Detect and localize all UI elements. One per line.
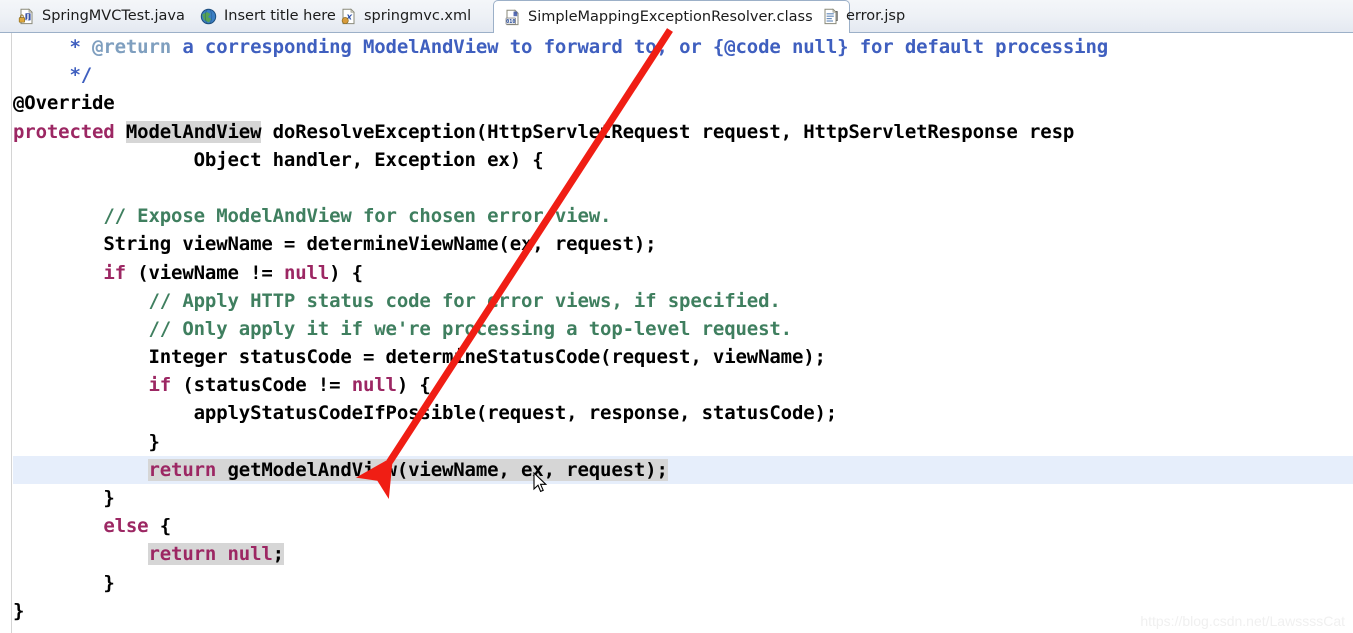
editor-tab-label: Insert title here	[224, 8, 336, 25]
code-text-area[interactable]: * @return a corresponding ModelAndView t…	[13, 33, 1353, 633]
java-file-icon: J	[18, 8, 33, 25]
code-token: *	[69, 36, 93, 58]
code-token: ) {	[329, 261, 363, 284]
code-token: null	[283, 261, 330, 284]
code-line[interactable]: // Expose ModelAndView for chosen error …	[13, 202, 1353, 230]
jsp-file-icon	[822, 8, 839, 25]
code-line[interactable]: Integer statusCode = determineStatusCode…	[13, 343, 1353, 371]
code-token: protected	[13, 120, 126, 143]
code-token: }	[103, 487, 115, 509]
xml-file-icon: X	[340, 8, 357, 25]
code-line[interactable]	[13, 174, 1353, 202]
code-line[interactable]: Object handler, Exception ex) {	[13, 146, 1353, 174]
class-file-icon: 010	[505, 8, 519, 25]
code-token: // Expose ModelAndView for chosen error …	[103, 205, 612, 228]
code-line[interactable]: return null;	[13, 540, 1353, 568]
java-file-icon: J	[18, 8, 35, 25]
code-token: }	[148, 430, 160, 453]
editor-tab-label: error.jsp	[846, 8, 906, 25]
code-line[interactable]: applyStatusCodeIfPossible(request, respo…	[13, 399, 1353, 427]
code-token: Object handler, Exception ex) {	[193, 148, 544, 171]
code-token: return	[148, 543, 228, 566]
editor-tab-2[interactable]: Insert title here	[190, 1, 346, 32]
code-token: doResolveException(HttpServletRequest re…	[261, 120, 1075, 143]
code-token: ) {	[396, 374, 431, 397]
code-token: null	[227, 543, 273, 566]
code-token: getModelAndView(viewName, ex, request);	[216, 458, 668, 481]
code-token: // Apply HTTP status code for error view…	[148, 289, 781, 312]
jsp-file-icon	[824, 8, 837, 25]
editor-tab-label: springmvc.xml	[364, 8, 472, 25]
code-line[interactable]: @Override	[13, 89, 1353, 117]
code-token: ModelAndView	[125, 120, 262, 143]
code-line[interactable]: if (viewName != null) {	[13, 259, 1353, 287]
code-line[interactable]: return getModelAndView(viewName, ex, req…	[13, 455, 1353, 484]
code-token: if	[148, 374, 183, 397]
code-line[interactable]: }	[13, 428, 1353, 456]
code-line[interactable]: protected ModelAndView doResolveExceptio…	[13, 118, 1353, 146]
editor-marker-gutter[interactable]	[0, 33, 12, 633]
class-file-icon: 010	[504, 8, 521, 26]
code-line[interactable]: if (statusCode != null) {	[13, 371, 1353, 399]
code-token: ;	[272, 543, 284, 566]
editor-tab-3[interactable]: Xspringmvc.xml	[330, 1, 481, 32]
code-token: @return	[92, 36, 172, 58]
code-token: }	[103, 571, 115, 594]
code-token: }	[13, 599, 25, 622]
globe-icon	[200, 8, 217, 25]
code-token: else	[103, 515, 149, 538]
editor-tab-label: SpringMVCTest.java	[42, 8, 185, 25]
svg-text:J: J	[26, 13, 29, 21]
editor-tab-bar: J SpringMVCTest.java Insert title here Xspr…	[0, 0, 1353, 33]
code-token: applyStatusCodeIfPossible(request, respo…	[193, 402, 838, 425]
editor-tab-1[interactable]: J SpringMVCTest.java	[8, 1, 195, 32]
code-token: a corresponding ModelAndView to forward …	[171, 36, 1109, 58]
code-line[interactable]: }	[13, 569, 1353, 597]
code-token: // Only apply it if we're processing a t…	[148, 317, 792, 340]
code-line[interactable]: // Apply HTTP status code for error view…	[13, 287, 1353, 315]
code-token: null	[351, 374, 397, 397]
code-line[interactable]: * @return a corresponding ModelAndView t…	[13, 33, 1353, 61]
code-token: {	[148, 515, 172, 538]
code-token: return	[148, 458, 217, 481]
code-line[interactable]: else {	[13, 512, 1353, 540]
code-line[interactable]: */	[13, 61, 1353, 89]
xml-file-icon: X	[341, 8, 355, 25]
editor-tab-5[interactable]: error.jsp	[812, 1, 915, 32]
globe-icon	[200, 8, 217, 25]
code-token: if	[103, 261, 138, 284]
code-token: Integer statusCode = determineStatusCode…	[148, 346, 826, 369]
code-token: */	[69, 64, 93, 87]
site-watermark: https://blog.csdn.net/LawssssCat	[1140, 613, 1345, 629]
code-line[interactable]: // Only apply it if we're processing a t…	[13, 315, 1353, 343]
svg-text:010: 010	[506, 18, 515, 24]
code-line[interactable]: String viewName = determineViewName(ex, …	[13, 230, 1353, 258]
code-line[interactable]: }	[13, 484, 1353, 512]
code-token: @Override	[13, 92, 115, 115]
editor-tab-label: SimpleMappingExceptionResolver.class	[528, 8, 813, 25]
code-token: (viewName !=	[137, 261, 284, 284]
editor-tab-4[interactable]: 010SimpleMappingExceptionResolver.class⌧	[493, 0, 850, 33]
code-token: (statusCode !=	[182, 374, 352, 397]
code-token: String viewName = determineViewName(ex, …	[103, 233, 657, 256]
code-editor[interactable]: * @return a corresponding ModelAndView t…	[0, 33, 1353, 633]
